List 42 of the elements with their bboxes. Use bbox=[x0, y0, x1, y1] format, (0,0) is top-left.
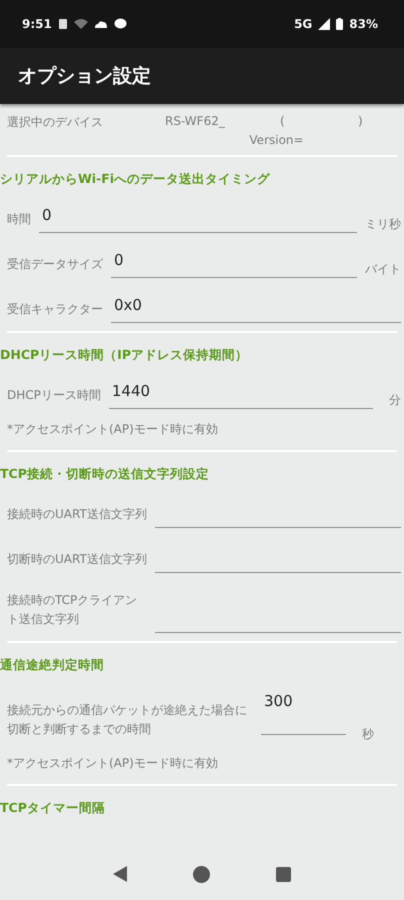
unit-label: 秒 bbox=[361, 726, 374, 744]
paren: ) bbox=[358, 114, 364, 130]
wifi-icon bbox=[74, 19, 88, 29]
field-label: 接続時のUART送信文字列 bbox=[7, 506, 147, 523]
screen-title: オプション設定 bbox=[18, 64, 151, 89]
recents-icon[interactable] bbox=[276, 866, 291, 882]
note-text: *アクセスポイント(AP)モード時に有効 bbox=[6, 421, 219, 438]
field-label: 接続元からの通信パケットが途絶えた場合に切断と判断するまでの時間 bbox=[7, 702, 248, 738]
field-label: 切断時のUART送信文字列 bbox=[7, 550, 147, 568]
field-label: 時間 bbox=[7, 210, 31, 228]
unit-label: ミリ秒 bbox=[365, 216, 401, 233]
back-icon[interactable] bbox=[113, 866, 127, 882]
version-label: Version= bbox=[248, 133, 304, 147]
field-label: 接続時のTCPクライアント送信文字列 bbox=[7, 592, 138, 628]
input-field[interactable]: 300 bbox=[261, 692, 346, 736]
note-text: *アクセスポイント(AP)モード時に有効 bbox=[6, 755, 219, 772]
input-field[interactable]: 0 bbox=[111, 251, 357, 278]
section-heading: シリアルからWi-Fiへのデータ送出タイミング bbox=[0, 170, 272, 188]
input-field[interactable]: 1440 bbox=[108, 382, 373, 409]
battery-icon bbox=[336, 18, 344, 30]
input-field[interactable]: 0x0 bbox=[111, 296, 401, 323]
cloud-icon bbox=[94, 20, 108, 28]
chat-icon bbox=[114, 18, 127, 30]
section-heading: TCPタイマー間隔 bbox=[0, 799, 106, 818]
section-heading: 通信途絶判定時間 bbox=[0, 656, 105, 674]
device-name: RS-WF62_ bbox=[165, 114, 226, 130]
battery-percent: 83% bbox=[349, 17, 378, 31]
section-heading: TCP接続・切断時の送信文字列設定 bbox=[0, 465, 210, 483]
home-icon[interactable] bbox=[193, 866, 210, 882]
network-type: 5G bbox=[294, 17, 312, 31]
field-label: DHCPリース時間 bbox=[7, 386, 101, 404]
clock: 9:51 bbox=[22, 17, 52, 31]
signal-icon bbox=[318, 18, 330, 30]
field-label: 受信キャラクター bbox=[7, 300, 103, 318]
device-label: 選択中のデバイス bbox=[7, 114, 104, 131]
paren: ( bbox=[280, 114, 286, 130]
unit-label: 分 bbox=[388, 392, 401, 409]
unit-label: バイト bbox=[365, 261, 401, 278]
input-field[interactable]: 0 bbox=[39, 206, 357, 233]
notification-icon bbox=[58, 18, 68, 30]
field-label: 受信データサイズ bbox=[7, 256, 103, 273]
section-heading: DHCPリース時間（IPアドレス保持期間） bbox=[0, 346, 249, 364]
